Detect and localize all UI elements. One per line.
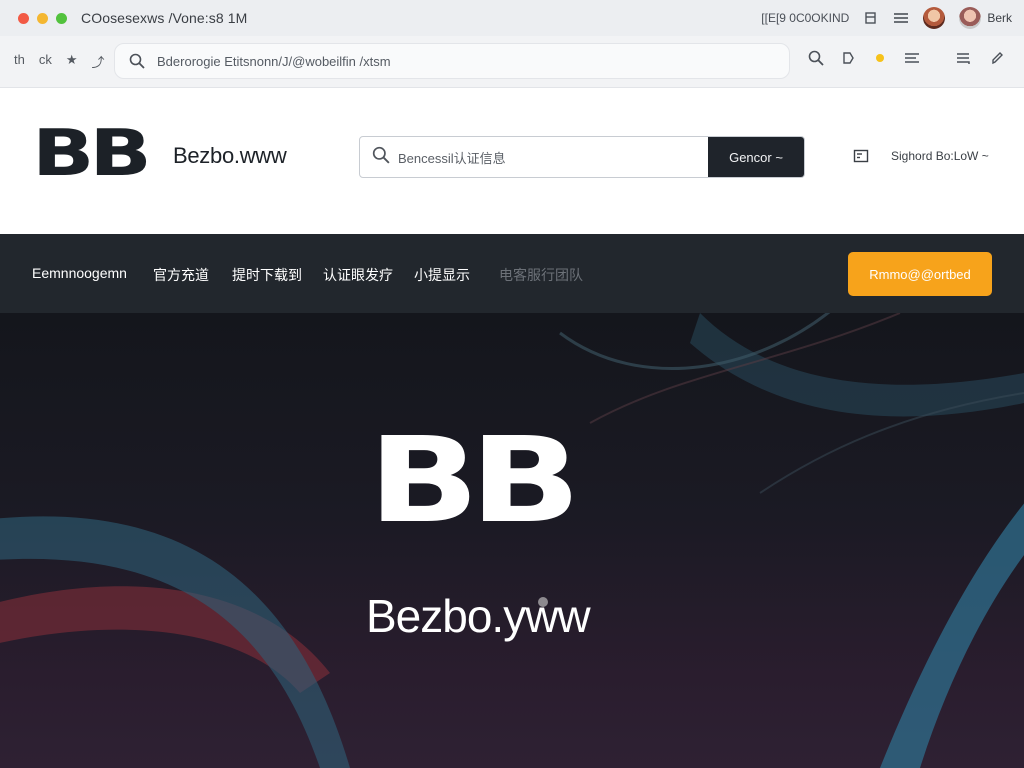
hero-logo-mark: BB [368,411,581,549]
tabs-icon[interactable] [955,50,971,66]
nav-item-tips[interactable]: 小提显示 [414,265,470,285]
search-input[interactable]: Bencessil认证信息 [398,148,708,167]
site-name[interactable]: Bezbo.www [173,143,287,169]
panel-icon[interactable] [863,10,879,26]
toolbar-extra [955,50,1005,66]
maximize-window-button[interactable] [56,12,67,24]
header-actions: Sighord Bo:LoW ~ [853,148,989,164]
close-window-button[interactable] [18,12,29,24]
sign-in-link[interactable]: Sighord Bo:LoW ~ [891,149,989,163]
cta-button[interactable]: Rmmo@@ortbed [848,252,992,296]
nav-item-support[interactable]: 电客服行团队 [499,265,583,285]
site-search: Bencessil认证信息 Gencor ~ [359,136,805,178]
document-icon[interactable] [853,148,869,164]
bookmark-icon[interactable]: ★ [66,52,78,71]
hero-logo-word: Bezbo.yww [366,590,591,642]
hero-banner: BB Bezbo.yww [0,313,1024,768]
window-title: COosesexws /Vone:s8 1M [81,10,248,26]
main-nav: Eemnnoogemn 官方充道 提时下载到 认证眼发疗 小提显示 电客服行团队… [0,234,1024,313]
search-button[interactable]: Gencor ~ [708,137,804,177]
search-icon [129,53,145,69]
menu-icon[interactable] [893,10,909,26]
nav-item-official[interactable]: 官方充道 [153,265,209,285]
nav-item-verify[interactable]: 认证眼发疗 [323,265,393,285]
search-icon [372,146,390,169]
toolbar-actions [808,50,920,66]
window-titlebar: COosesexws /Vone:s8 1M [[E[9 0C0OKIND Be… [0,0,1024,36]
share-icon[interactable]: ⤴ [92,52,105,71]
site-logo[interactable]: BB [32,122,152,186]
minimize-window-button[interactable] [37,12,48,24]
nav-item-download[interactable]: 提时下载到 [232,265,302,285]
window-controls [18,12,67,24]
tag-icon[interactable] [840,50,856,66]
edit-icon[interactable] [989,50,1005,66]
notification-icon[interactable] [872,50,888,66]
address-bar[interactable]: Bderorogie Etitsnonn/J/@wobeilfin /xtsm [114,43,790,79]
list-icon[interactable] [904,50,920,66]
hero-dot [538,597,548,607]
forward-button[interactable]: ck [39,52,52,71]
nav-item-home[interactable]: Eemnnoogemn [32,265,127,281]
browser-nav-buttons: th ck ★ ⤴ [14,52,105,71]
search-icon[interactable] [808,50,824,66]
titlebar-right: [[E[9 0C0OKIND Berk [761,7,1012,29]
user-avatar[interactable] [959,7,982,29]
avatar[interactable] [923,7,946,29]
address-text: Bderorogie Etitsnonn/J/@wobeilfin /xtsm [157,53,391,69]
status-text: [[E[9 0C0OKIND [761,11,850,25]
user-name[interactable]: Berk [987,11,1012,25]
back-button[interactable]: th [14,52,25,71]
browser-toolbar: th ck ★ ⤴ Bderorogie Etitsnonn/J/@wobeil… [0,36,1024,88]
site-header: BB Bezbo.www Bencessil认证信息 Gencor ~ Sigh… [0,88,1024,234]
